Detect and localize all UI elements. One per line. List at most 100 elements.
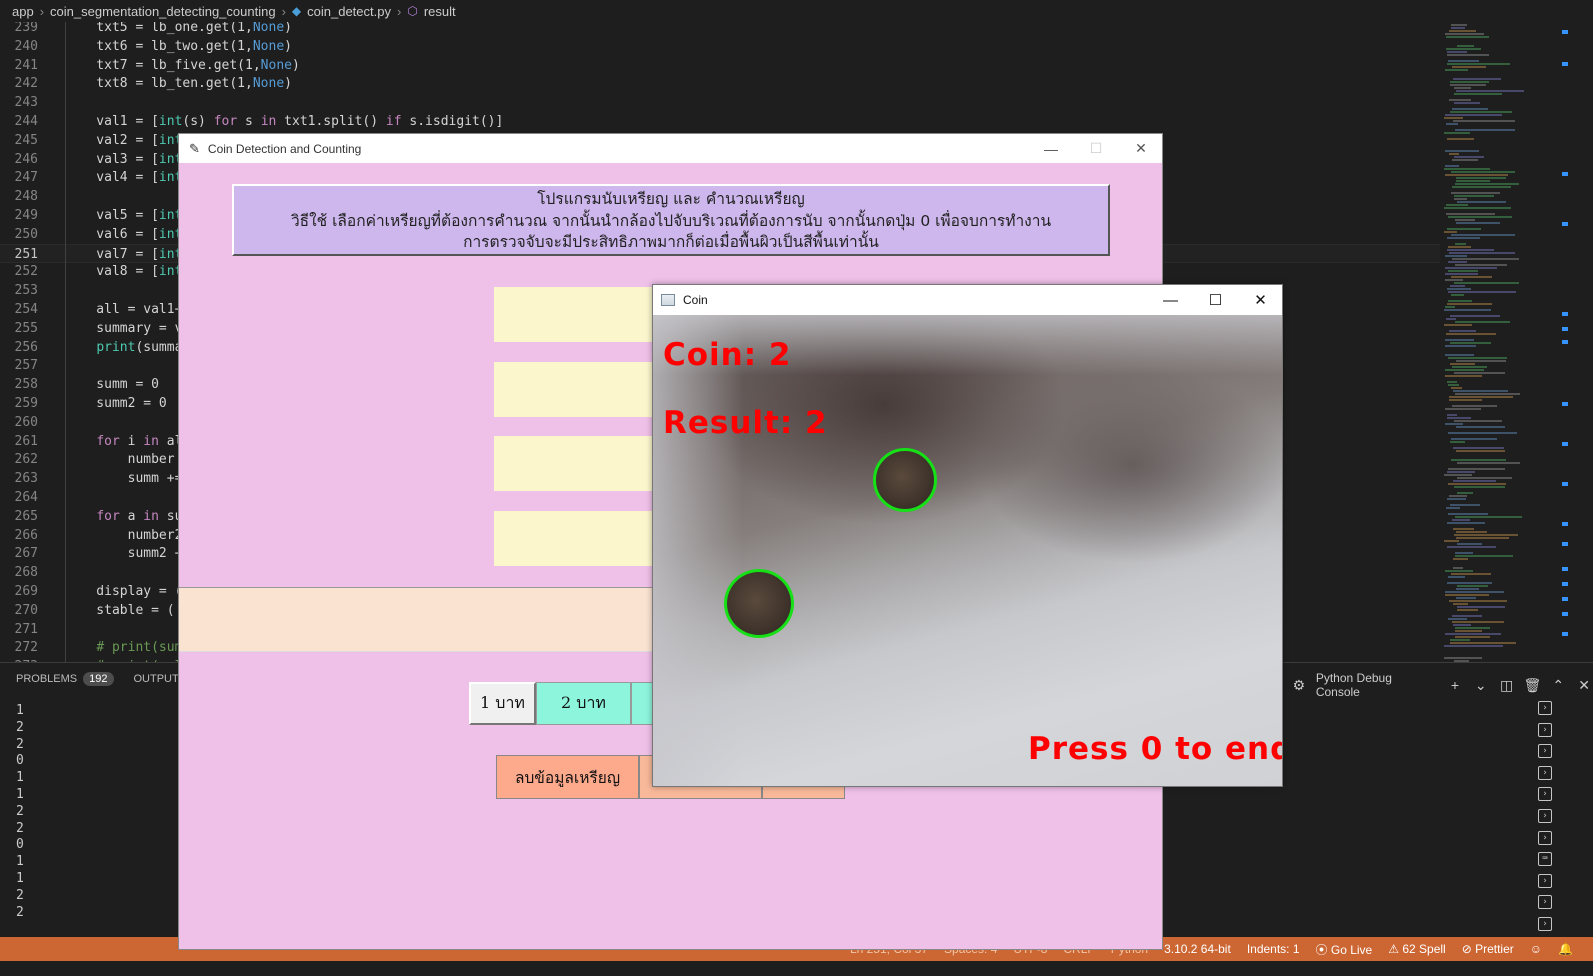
close-panel-icon[interactable]: ✕ — [1575, 677, 1593, 694]
minimize-button[interactable]: — — [1028, 134, 1074, 163]
cv-titlebar[interactable]: Coin — ☐ ✕ — [653, 285, 1282, 315]
code-line[interactable]: 239 txt5 = lb_one.get(1,None) — [0, 22, 1440, 37]
minimap-line — [1448, 246, 1471, 248]
line-number: 243 — [14, 95, 38, 111]
line-number: 249 — [14, 208, 38, 223]
status-indents[interactable]: Indents: 1 — [1247, 942, 1300, 956]
minimap-line — [1451, 294, 1464, 296]
coin-one-listbox[interactable] — [494, 287, 654, 342]
close-button[interactable]: ✕ — [1238, 285, 1282, 315]
tab-problems[interactable]: PROBLEMS 192 — [16, 672, 114, 686]
minimap-line — [1445, 165, 1459, 167]
terminal-name[interactable]: Python Debug Console — [1316, 671, 1438, 699]
terminal-instance-icon[interactable]: › — [1538, 873, 1552, 888]
minimap-line — [1455, 552, 1473, 554]
code-line[interactable]: 242 txt8 = lb_ten.get(1,None) — [0, 74, 1440, 93]
clear-coin-data-button[interactable]: ลบข้อมูลเหรียญ — [496, 755, 639, 799]
minimap-line — [1449, 153, 1459, 155]
notifications-bell-icon[interactable]: 🔔 — [1558, 942, 1573, 956]
close-button[interactable]: ✕ — [1118, 134, 1162, 163]
terminal-output[interactable]: 1220112201122 — [16, 703, 24, 921]
maximize-button[interactable]: ☐ — [1193, 285, 1238, 315]
status-spell[interactable]: ⚠ 62 Spell — [1388, 942, 1445, 956]
scroll-marker — [1562, 172, 1568, 176]
code-line[interactable]: 243 — [0, 93, 1440, 112]
scroll-marker — [1562, 582, 1568, 586]
code-text: val3 = [int — [65, 151, 183, 167]
minimap-line — [1448, 216, 1512, 218]
window-app-icon — [661, 294, 675, 306]
minimap-line — [1455, 627, 1490, 629]
terminal-instance-icon[interactable]: › — [1538, 895, 1552, 910]
feather-icon: ✎ — [189, 140, 200, 156]
terminal-instance-icon[interactable]: › — [1538, 765, 1552, 780]
minimap-line — [1444, 309, 1491, 311]
minimap-line — [1448, 513, 1488, 515]
minimize-button[interactable]: — — [1148, 285, 1193, 315]
minimap-line — [1450, 111, 1512, 113]
line-number: 262 — [14, 452, 38, 468]
terminal-instance-icon[interactable]: › — [1538, 701, 1552, 715]
minimap-line — [1456, 588, 1479, 590]
minimap-line — [1445, 633, 1501, 635]
add-terminal-icon[interactable]: + — [1446, 677, 1464, 693]
terminal-instance-icon[interactable]: › — [1538, 916, 1552, 931]
breadcrumb-file[interactable]: coin_detect.py — [307, 4, 391, 19]
scroll-marker — [1562, 62, 1568, 66]
status-interpreter[interactable]: 3.10.2 64-bit — [1164, 942, 1231, 956]
code-line[interactable]: 240 txt6 = lb_two.get(1,None) — [0, 37, 1440, 56]
terminal-instance-icon[interactable]: ⌨ — [1538, 852, 1552, 867]
scroll-marker — [1562, 30, 1568, 34]
tab-output[interactable]: OUTPUT — [134, 673, 179, 685]
code-line[interactable]: 241 txt7 = lb_five.get(1,None) — [0, 56, 1440, 75]
terminal-instance-icon[interactable]: › — [1538, 808, 1552, 823]
tk-titlebar[interactable]: ✎ Coin Detection and Counting — ☐ ✕ — [179, 134, 1162, 163]
coin-two-listbox[interactable] — [494, 362, 654, 417]
line-number: 252 — [14, 264, 38, 280]
minimap-line — [1454, 282, 1519, 284]
line-number: 244 — [14, 114, 38, 129]
terminal-line: 2 — [16, 820, 24, 836]
status-prettier[interactable]: ⊘ Prettier — [1462, 942, 1514, 956]
line-number: 241 — [14, 57, 38, 73]
coin-five-listbox[interactable] — [494, 436, 654, 491]
code-line[interactable]: 244 val1 = [int(s) for s in txt1.split()… — [0, 112, 1440, 131]
line-number: 248 — [14, 189, 38, 205]
coin-two-baht-button[interactable]: 2 บาท — [536, 682, 631, 725]
minimap-line — [1445, 339, 1474, 341]
feedback-icon[interactable]: ☺ — [1530, 942, 1542, 956]
maximize-button[interactable]: ☐ — [1073, 134, 1119, 163]
minimap-line — [1457, 477, 1512, 479]
minimap-line — [1456, 531, 1487, 533]
breadcrumb-app[interactable]: app — [12, 4, 34, 19]
scrollbar-markers[interactable] — [1562, 22, 1570, 662]
coin-one-baht-button[interactable]: 1 บาท — [469, 682, 536, 725]
breadcrumb-folder[interactable]: coin_segmentation_detecting_counting — [50, 4, 276, 19]
minimap-line — [1450, 441, 1465, 443]
minimap-line — [1450, 642, 1516, 644]
scroll-marker — [1562, 442, 1568, 446]
terminal-instance-icon[interactable]: › — [1538, 722, 1552, 737]
terminal-instance-icon[interactable]: › — [1538, 744, 1552, 759]
trash-icon[interactable]: 🗑 — [1524, 677, 1542, 694]
terminal-instance-icon[interactable]: › — [1538, 787, 1552, 802]
minimap-line — [1455, 321, 1510, 323]
coin-ten-listbox[interactable] — [494, 511, 654, 566]
line-number: 247 — [14, 170, 38, 186]
minimap-line — [1452, 186, 1511, 188]
minimap-line — [1447, 63, 1510, 65]
split-terminal-icon[interactable]: ◫ — [1498, 677, 1516, 694]
line-number: 253 — [14, 283, 38, 299]
tab-problems-label: PROBLEMS — [16, 673, 78, 685]
status-go-live[interactable]: ⦿ Go Live — [1316, 941, 1373, 958]
terminal-instance-icon[interactable]: › — [1538, 830, 1552, 845]
frame-lighting — [653, 315, 743, 786]
breadcrumb-symbol[interactable]: result — [424, 4, 456, 19]
minimap-line — [1454, 372, 1505, 374]
minimap-line — [1445, 423, 1463, 425]
maximize-panel-icon[interactable]: ⌃ — [1549, 677, 1567, 694]
minimap[interactable] — [1440, 22, 1568, 662]
chevron-down-icon[interactable]: ⌄ — [1472, 677, 1490, 694]
minimap-line — [1455, 516, 1522, 518]
terminal-line: 2 — [16, 719, 24, 735]
